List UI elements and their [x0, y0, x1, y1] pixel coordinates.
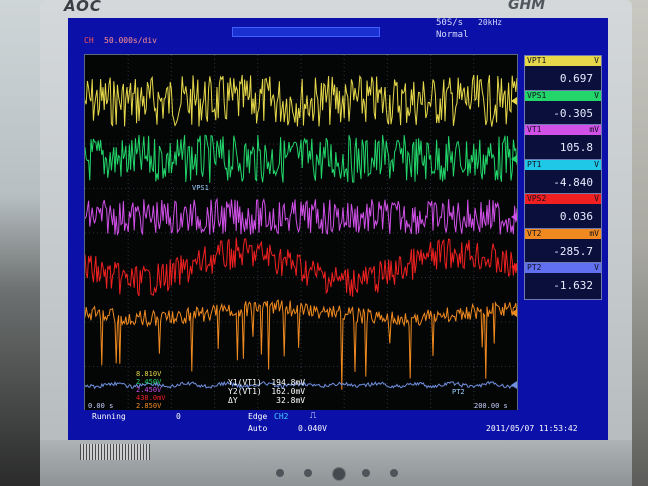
measurement-header: VPS1 V — [525, 90, 601, 101]
pt2-marker: PT2 — [452, 388, 465, 396]
trace-ch3 — [85, 197, 517, 237]
measurement-unit: mV — [589, 125, 599, 134]
cursor-readout: Y1(VT1) 194.8mV Y2(VT1) 162.0mV ΔY 32.8m… — [228, 378, 306, 405]
measurement-value: 0.036 — [559, 210, 593, 223]
measurement-unit: V — [594, 194, 599, 203]
run-state: Running — [92, 412, 126, 421]
measurement-value: -285.7 — [553, 244, 593, 258]
measurement-pt2: PT2 V -1.632 — [524, 262, 602, 300]
measurement-unit: V — [594, 56, 599, 65]
monitor-button-4[interactable] — [390, 469, 398, 477]
measurement-name: VPS1 — [527, 90, 547, 100]
measurement-pt1: PT1 V -4.840 — [524, 158, 602, 197]
measurement-unit: V — [594, 263, 599, 272]
measurement-name: PT1 — [527, 159, 542, 169]
cursor-left-values: 8.810V 2.450V 2.450V 438.0mV 2.850V — [136, 370, 166, 410]
trigger-level: 0.040V — [298, 424, 327, 433]
waveform-svg — [85, 55, 517, 411]
measurement-value: -1.632 — [553, 279, 593, 292]
measurement-value: 0.697 — [559, 72, 593, 85]
measurement-header: VT1 mV — [525, 125, 601, 135]
ch-marker: CH — [84, 36, 94, 45]
record-progress-bar — [232, 27, 380, 37]
datetime: 2011/05/07 11:53:42 — [486, 424, 578, 433]
measurement-unit: V — [594, 159, 599, 169]
measurement-vpt1: VPT1 V 0.697 — [524, 55, 602, 93]
channel-level-marker[interactable] — [511, 381, 517, 389]
measurement-unit: mV — [589, 228, 599, 238]
channel-level-marker[interactable] — [511, 155, 517, 163]
measurement-header: VT2 mV — [525, 228, 601, 239]
vps1-marker: VPS1 — [192, 184, 209, 192]
measurement-value: 105.8 — [559, 141, 593, 154]
time-start: 0.00 s — [88, 402, 114, 410]
measurement-name: VPS2 — [527, 194, 547, 203]
freq-label: 20kHz — [478, 18, 503, 27]
measurement-value: -4.840 — [553, 175, 593, 189]
monitor-button-2[interactable] — [304, 469, 312, 477]
monitor-button-1[interactable] — [276, 469, 284, 477]
measurement-unit: V — [594, 90, 599, 100]
measurement-name: VT1 — [527, 125, 542, 134]
trigger-channel: CH2 — [274, 412, 289, 421]
measurement-header: VPS2 V — [525, 194, 601, 204]
measurement-value: -0.305 — [553, 106, 593, 120]
trace-ch1 — [85, 74, 517, 127]
measurement-name: VPT1 — [527, 56, 547, 65]
waveform-plot[interactable] — [84, 54, 518, 412]
monitor-brand-logo: AOC — [64, 0, 102, 15]
monitor-model-logo: GHM — [508, 0, 546, 13]
monitor-button-3[interactable] — [362, 469, 370, 477]
time-end: 200.00 s — [474, 402, 508, 410]
measurement-header: VPT1 V — [525, 56, 601, 66]
measurement-header: PT2 V — [525, 263, 601, 273]
energy-label-sticker — [80, 444, 150, 460]
measurement-vps1: VPS1 V -0.305 — [524, 89, 602, 128]
sample-rate: 50S/s — [436, 18, 464, 28]
power-button[interactable] — [332, 467, 346, 481]
measurement-name: VT2 — [527, 228, 542, 238]
trigger-edge-icon: ⎍ — [310, 411, 317, 421]
measurement-header: PT1 V — [525, 159, 601, 170]
measurement-vt1: VT1 mV 105.8 — [524, 124, 602, 162]
acq-mode: Normal — [436, 30, 469, 40]
channel-level-marker[interactable] — [511, 309, 517, 317]
measurement-name: PT2 — [527, 263, 542, 272]
acq-count: 0 — [176, 412, 181, 421]
trigger-type: Edge — [248, 412, 268, 421]
trigger-mode: Auto — [248, 424, 268, 433]
timebase-label: 50.000s/div — [104, 36, 157, 45]
measurement-vps2: VPS2 V 0.036 — [524, 193, 602, 231]
measurement-vt2: VT2 mV -285.7 — [524, 227, 602, 266]
